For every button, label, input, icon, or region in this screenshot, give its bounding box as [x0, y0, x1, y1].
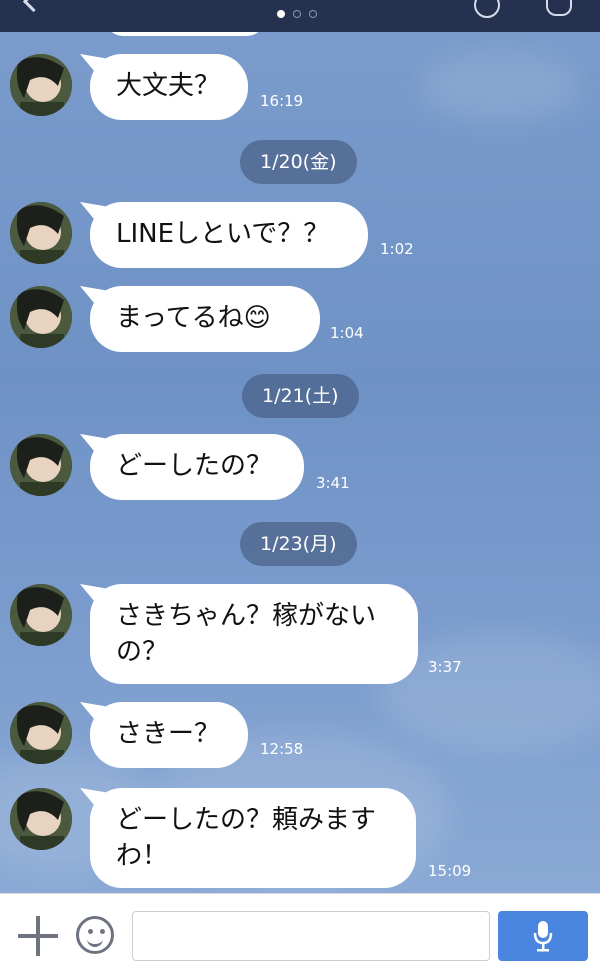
message-bubble: どーしたの？	[90, 434, 304, 500]
message-bubble: LINEしといで？？	[90, 202, 368, 268]
page-indicator	[277, 10, 317, 18]
previous-message-bubble	[105, 32, 265, 36]
message-time: 3:37	[428, 658, 462, 676]
message-bubble: さきー？	[90, 702, 248, 768]
message-time: 15:09	[428, 862, 472, 880]
avatar[interactable]	[10, 788, 72, 850]
message-bubble: 大文夫？	[90, 54, 248, 120]
message-bubble: さきちゃん？稼がないの？	[90, 584, 418, 684]
message-time: 1:04	[330, 324, 364, 342]
search-icon[interactable]	[474, 0, 500, 18]
date-separator: 1/23(月)	[240, 522, 357, 566]
message-time: 16:19	[260, 92, 304, 110]
page-dot-active	[277, 10, 285, 18]
microphone-icon	[533, 921, 553, 952]
avatar[interactable]	[10, 54, 72, 116]
page-dot	[309, 10, 317, 18]
message-input[interactable]	[132, 911, 490, 961]
page-dot	[293, 10, 301, 18]
message-bubble: まってるね😊	[90, 286, 320, 352]
message-bubble: どーしたの？頼みますわ！	[90, 788, 416, 888]
plus-icon[interactable]	[18, 916, 58, 956]
date-separator: 1/20(金)	[240, 140, 357, 184]
avatar[interactable]	[10, 434, 72, 496]
menu-chevron-icon[interactable]	[546, 0, 572, 16]
message-time: 1:02	[380, 240, 414, 258]
avatar[interactable]	[10, 702, 72, 764]
avatar[interactable]	[10, 584, 72, 646]
date-separator: 1/21(土)	[242, 374, 359, 418]
avatar[interactable]	[10, 286, 72, 348]
back-arrow-icon[interactable]	[22, 0, 45, 13]
message-time: 3:41	[316, 474, 350, 492]
voice-message-button[interactable]	[498, 911, 588, 961]
avatar[interactable]	[10, 202, 72, 264]
message-time: 12:58	[260, 740, 304, 758]
chat-area[interactable]: 大文夫？ 16:19 1/20(金) LINEしといで？？ 1:02 まってるね…	[0, 32, 600, 893]
emoji-icon[interactable]	[76, 916, 114, 954]
header-bar	[0, 0, 600, 32]
input-bar	[0, 893, 600, 978]
